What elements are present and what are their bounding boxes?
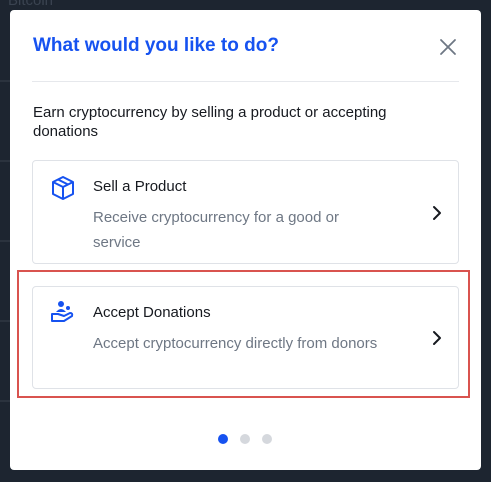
pagination-dot[interactable]: [240, 434, 250, 444]
chevron-right-icon: [430, 330, 444, 346]
chevron-right-icon: [430, 205, 444, 221]
option-title: Sell a Product: [93, 178, 187, 195]
background-page-title: Bitcoin: [8, 0, 54, 9]
pagination-dots: [218, 434, 272, 444]
option-title: Accept Donations: [93, 304, 211, 321]
accept-donations-option[interactable]: Accept Donations Accept cryptocurrency d…: [32, 286, 459, 389]
sell-product-option[interactable]: Sell a Product Receive cryptocurrency fo…: [32, 160, 459, 264]
pagination-dot[interactable]: [218, 434, 228, 444]
header-divider: [32, 81, 459, 82]
donation-hand-icon: [50, 299, 76, 325]
option-description: Accept cryptocurrency directly from dono…: [93, 335, 378, 352]
option-description: Receive cryptocurrency for a good or ser…: [93, 209, 339, 251]
modal-title: What would you like to do?: [33, 35, 279, 56]
pagination-dot[interactable]: [262, 434, 272, 444]
box-icon: [50, 175, 76, 201]
modal-subtitle: Earn cryptocurrency by selling a product…: [33, 104, 387, 140]
close-icon[interactable]: [438, 37, 458, 57]
action-modal: What would you like to do? Earn cryptocu…: [10, 10, 481, 470]
